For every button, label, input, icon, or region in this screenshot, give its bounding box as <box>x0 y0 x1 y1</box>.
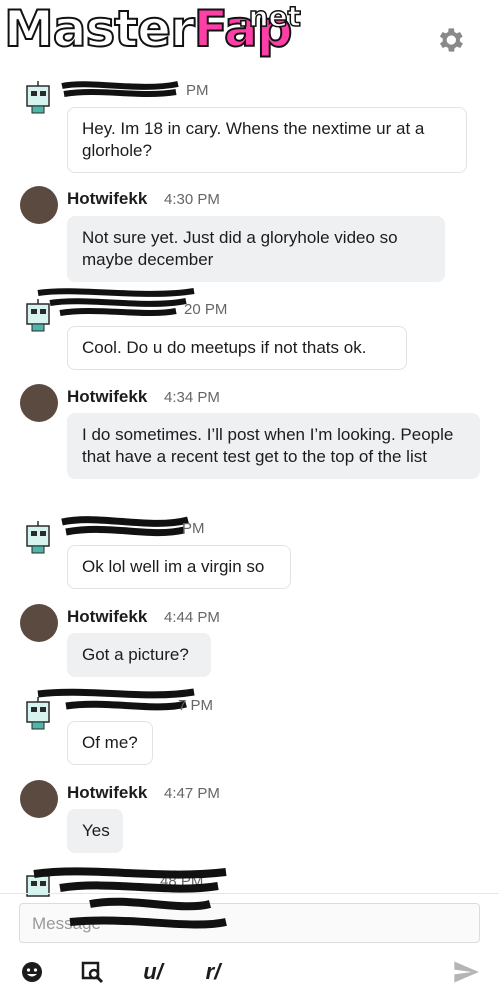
sender-name: Hotwifekk <box>67 189 148 208</box>
message-bubble: Hey. Im 18 in cary. Whens the nextime ur… <box>67 107 467 173</box>
send-icon[interactable] <box>452 958 480 986</box>
header: MasterFap .net <box>0 0 499 78</box>
emoji-icon[interactable] <box>20 958 44 986</box>
image-search-icon[interactable] <box>80 958 104 986</box>
user-avatar <box>20 604 58 642</box>
message-time: 4:47 PM <box>164 785 220 802</box>
message-bubble: Not sure yet. Just did a gloryhole video… <box>67 216 445 282</box>
user-avatar <box>20 780 58 818</box>
message-time: PM <box>186 82 209 99</box>
message-bubble: I do sometimes. I’ll post when I’m looki… <box>67 413 480 479</box>
watermark-tld: .net <box>237 0 301 34</box>
user-avatar <box>20 186 58 224</box>
watermark-part1: Master <box>3 0 196 58</box>
user-avatar <box>20 384 58 422</box>
message-time: 7 PM <box>178 697 214 714</box>
message-time: PM <box>182 520 205 537</box>
redaction-scribble <box>61 516 189 537</box>
sender-name: Hotwifekk <box>67 783 148 802</box>
message-time: 4:30 PM <box>164 191 220 208</box>
subreddit-mention-button[interactable]: r/ <box>198 958 228 986</box>
sender-name: Hotwifekk <box>67 387 148 406</box>
redaction-scribble <box>33 867 227 929</box>
message-time: 4:44 PM <box>164 609 220 626</box>
user-mention-button[interactable]: u/ <box>138 958 168 986</box>
message-bubble: Ok lol well im a virgin so <box>67 545 291 589</box>
message-time: 4:34 PM <box>164 389 220 406</box>
gear-icon[interactable] <box>434 24 466 56</box>
message-time: 20 PM <box>184 301 228 318</box>
message-bubble: Got a picture? <box>67 633 211 677</box>
sender-name: Hotwifekk <box>67 607 148 626</box>
redaction-scribble <box>37 288 195 316</box>
redaction-scribble <box>37 688 195 711</box>
message-bubble: Cool. Do u do meetups if not thats ok. <box>67 326 407 370</box>
robot-avatar-icon <box>26 81 50 114</box>
message-bubble: Of me? <box>67 721 153 765</box>
message-bubble: Yes <box>67 809 123 853</box>
redaction-scribble <box>61 81 179 97</box>
robot-avatar-icon <box>26 521 50 554</box>
